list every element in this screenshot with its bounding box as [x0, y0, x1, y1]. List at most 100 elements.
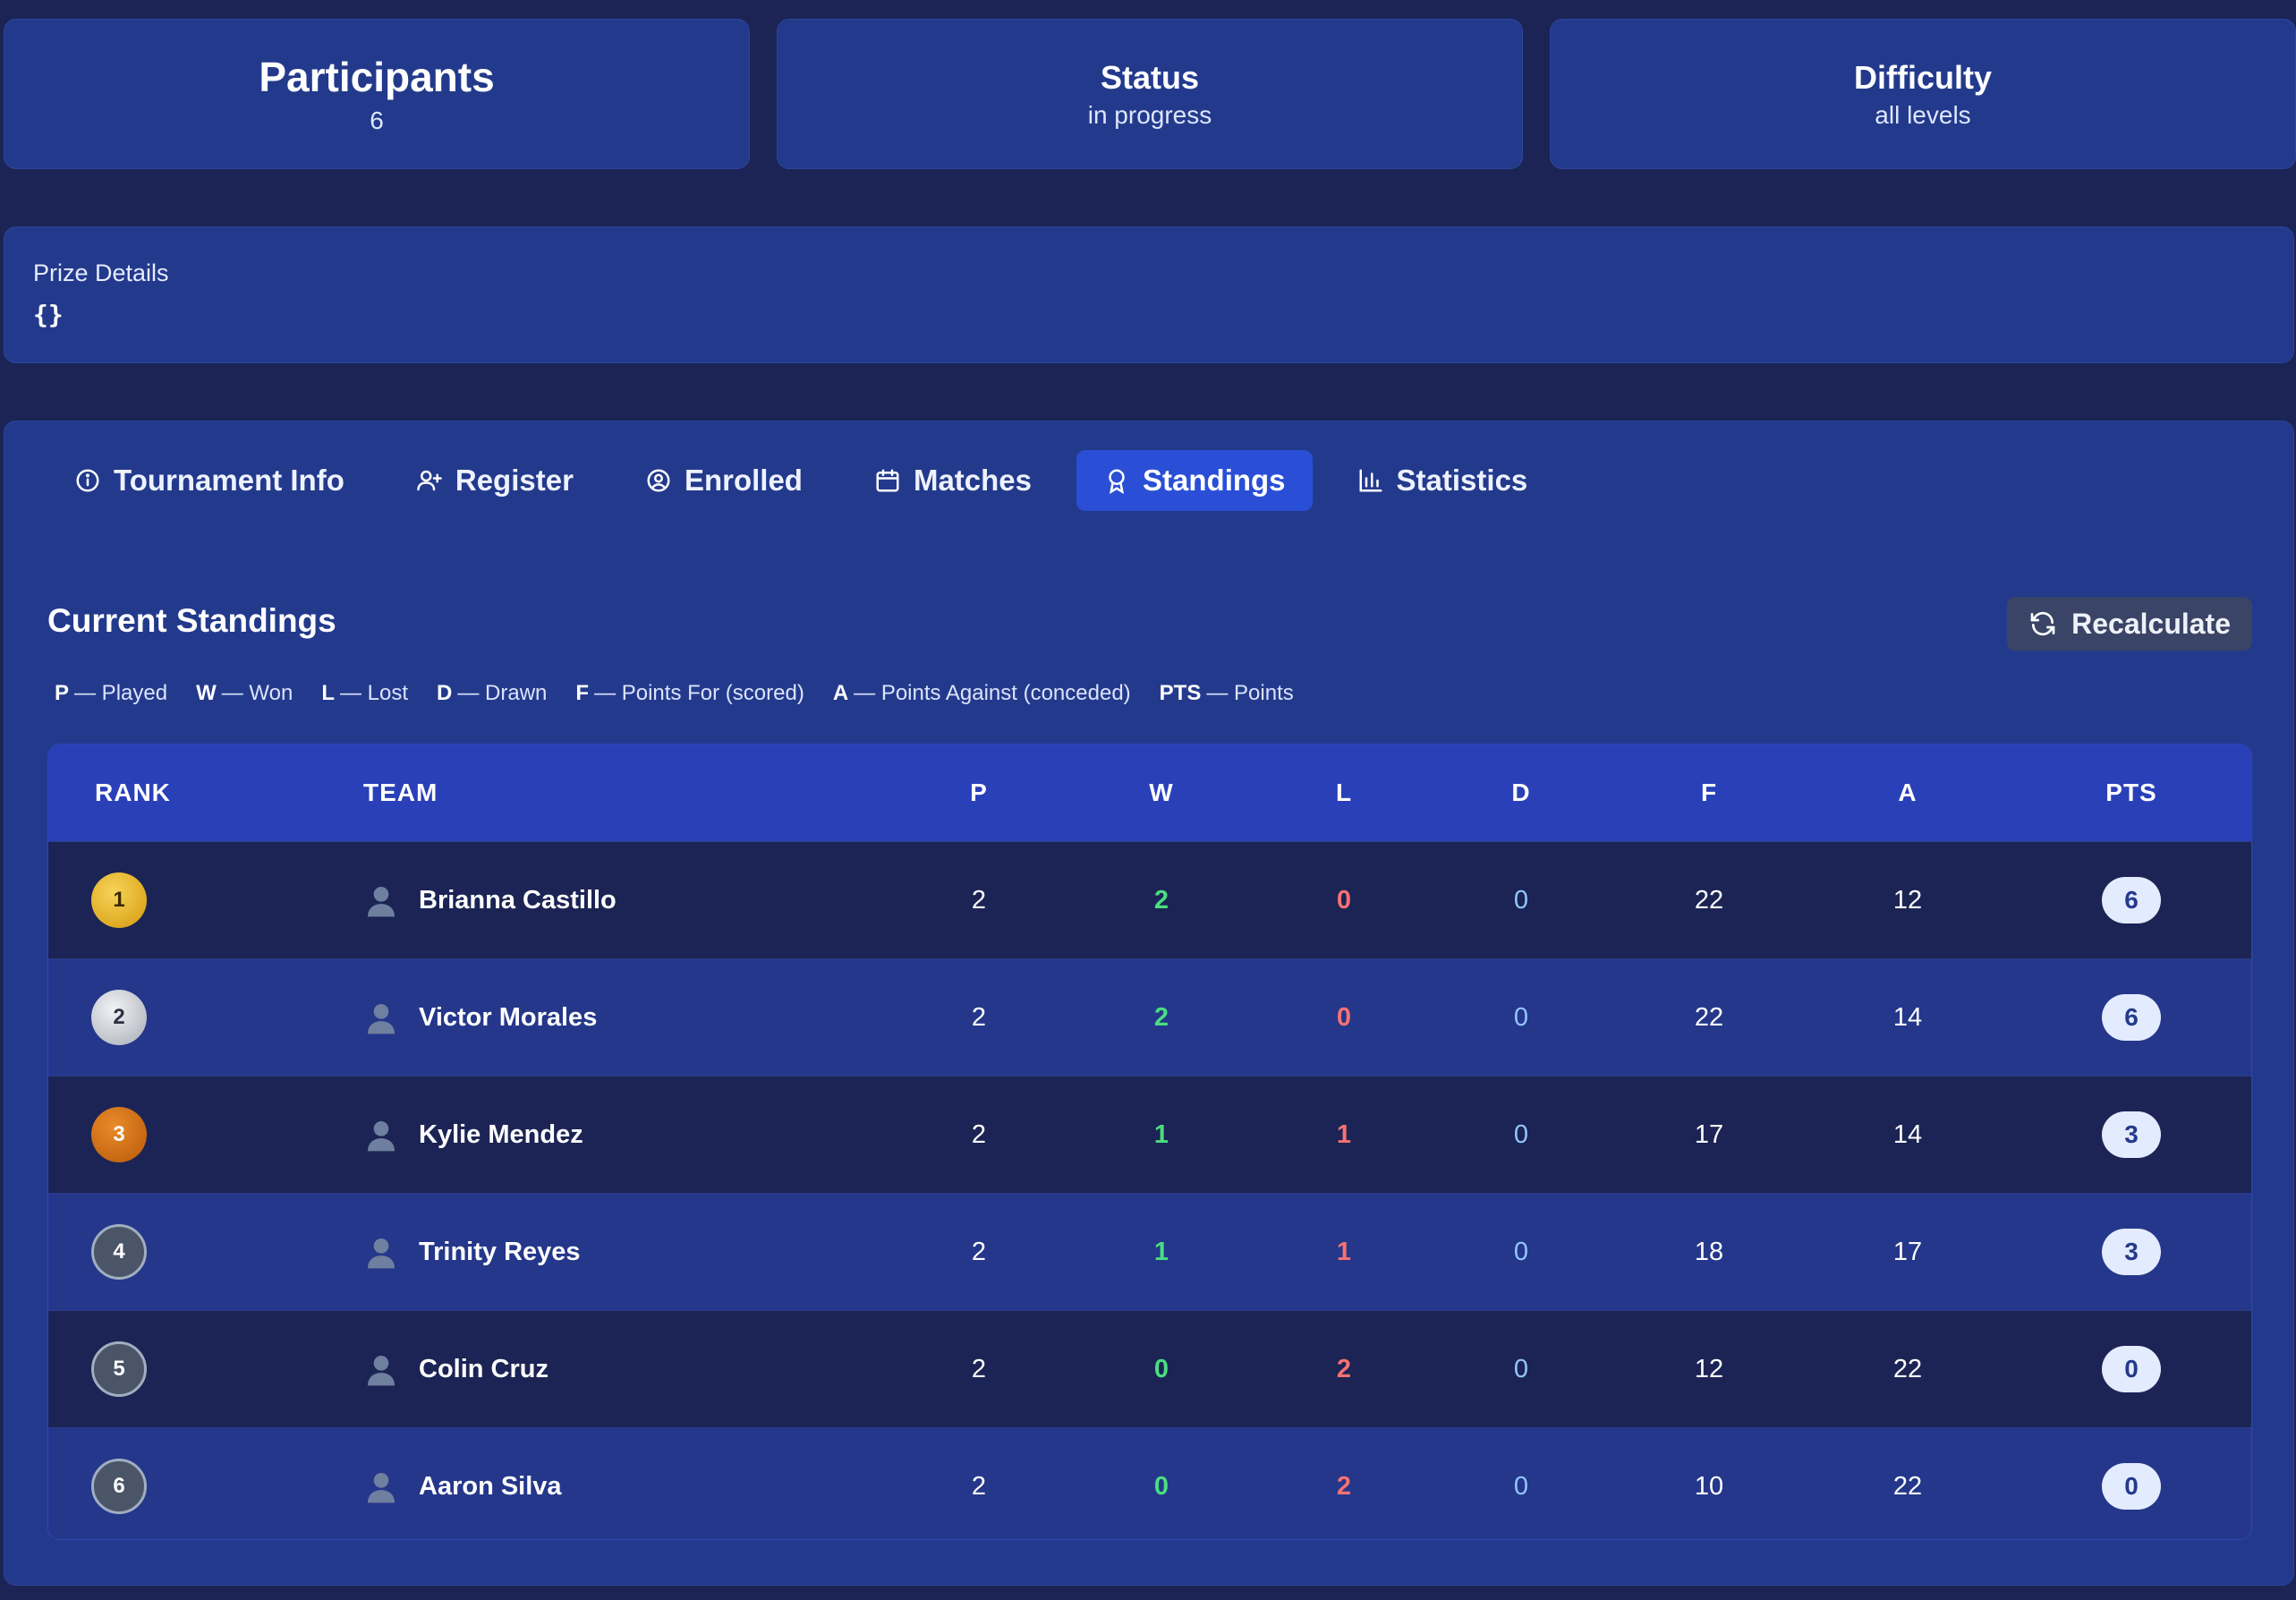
- person-icon: [363, 1000, 399, 1035]
- legend-item: W — Won: [196, 681, 293, 705]
- tab-tournament-info[interactable]: Tournament Info: [47, 450, 371, 511]
- points-against-cell: 14: [1892, 1002, 1923, 1032]
- legend-item: P — Played: [55, 681, 168, 705]
- rank-badge: 1: [91, 872, 147, 928]
- team-cell: Brianna Castillo: [363, 882, 617, 918]
- rank-badge: 3: [91, 1107, 147, 1162]
- header-f: F: [1700, 779, 1718, 806]
- points-against-cell: 14: [1892, 1119, 1923, 1149]
- tab-register[interactable]: Register: [389, 450, 600, 511]
- tab-label: Matches: [913, 464, 1033, 497]
- played-cell: 2: [971, 1119, 987, 1149]
- points-against-cell: 12: [1892, 885, 1923, 915]
- team-name: Victor Morales: [419, 1002, 598, 1032]
- participants-value: 6: [370, 106, 384, 134]
- prize-details-value: {}: [33, 300, 64, 329]
- header-l: L: [1335, 779, 1353, 806]
- legend-item: L — Lost: [321, 681, 409, 705]
- tab-label: Standings: [1143, 464, 1286, 497]
- won-cell: 2: [1153, 1002, 1169, 1032]
- lost-cell: 2: [1336, 1471, 1352, 1501]
- points-badge: 6: [2102, 994, 2161, 1041]
- person-icon: [363, 1468, 399, 1504]
- lost-cell: 0: [1336, 885, 1352, 915]
- standings-table: RANK TEAM P W L D F A PTS 1 Brianna Casti…: [47, 744, 2252, 1540]
- tab-bar: Tournament Info Register Enrolled Matche…: [47, 450, 1554, 511]
- table-row: 3 Kylie Mendez 2 1 1 0 17 14 3: [48, 1076, 2251, 1193]
- rank-badge: 4: [91, 1224, 147, 1280]
- team-name: Colin Cruz: [419, 1354, 548, 1383]
- calendar-icon: [876, 469, 899, 492]
- difficulty-label: Difficulty: [1853, 59, 1992, 97]
- won-cell: 1: [1153, 1237, 1169, 1266]
- points-for-cell: 18: [1694, 1237, 1724, 1266]
- legend-item: F — Points For (scored): [575, 681, 804, 705]
- team-cell: Trinity Reyes: [363, 1234, 581, 1270]
- rank-badge: 2: [91, 990, 147, 1045]
- table-row: 2 Victor Morales 2 2 0 0 22 14 6: [48, 958, 2251, 1076]
- team-cell: Aaron Silva: [363, 1468, 562, 1504]
- team-cell: Colin Cruz: [363, 1351, 548, 1387]
- table-row: 4 Trinity Reyes 2 1 1 0 18 17 3: [48, 1193, 2251, 1310]
- award-icon: [1109, 469, 1125, 494]
- status-value: in progress: [1087, 100, 1212, 129]
- points-against-cell: 22: [1892, 1354, 1923, 1383]
- tab-enrolled[interactable]: Enrolled: [618, 450, 829, 511]
- played-cell: 2: [971, 1354, 987, 1383]
- tab-label: Register: [455, 464, 574, 497]
- rank-badge: 6: [91, 1459, 147, 1514]
- team-name: Aaron Silva: [419, 1471, 562, 1501]
- table-body: 1 Brianna Castillo 2 2 0 0 22 12 6 2 Victor Morale…: [48, 841, 2251, 1539]
- points-for-cell: 22: [1694, 885, 1724, 915]
- points-badge: 0: [2102, 1463, 2161, 1510]
- tab-standings[interactable]: Standings: [1076, 450, 1313, 511]
- points-for-cell: 10: [1694, 1471, 1724, 1501]
- drawn-cell: 0: [1513, 1002, 1529, 1032]
- standings-title: Current Standings: [47, 602, 336, 639]
- lost-cell: 1: [1336, 1119, 1352, 1149]
- team-cell: Victor Morales: [363, 1000, 597, 1035]
- refresh-icon: [2030, 611, 2055, 636]
- status-card: Status in progress: [777, 19, 1523, 169]
- tab-matches[interactable]: Matches: [847, 450, 1059, 511]
- tab-label: Statistics: [1396, 464, 1528, 497]
- column-legend: P — Played W — Won L — Lost D — Drawn F — Poi…: [55, 681, 1294, 706]
- header-team: TEAM: [363, 779, 438, 806]
- person-icon: [363, 1351, 399, 1387]
- drawn-cell: 0: [1513, 1237, 1529, 1266]
- drawn-cell: 0: [1513, 1119, 1529, 1149]
- tab-label: Tournament Info: [114, 464, 344, 497]
- participants-label: Participants: [259, 54, 495, 101]
- won-cell: 2: [1153, 885, 1169, 915]
- tab-statistics[interactable]: Statistics: [1331, 450, 1555, 511]
- legend-item: PTS — Points: [1159, 681, 1294, 705]
- table-row: 5 Colin Cruz 2 0 2 0 12 22 0: [48, 1310, 2251, 1427]
- legend-item: A — Points Against (conceded): [832, 681, 1131, 705]
- points-badge: 0: [2102, 1346, 2161, 1392]
- person-icon: [363, 1117, 399, 1153]
- played-cell: 2: [971, 885, 987, 915]
- tab-label: Enrolled: [684, 464, 803, 497]
- played-cell: 2: [971, 1002, 987, 1032]
- points-against-cell: 22: [1892, 1471, 1923, 1501]
- info-icon: [76, 469, 99, 492]
- points-badge: 3: [2102, 1111, 2161, 1158]
- played-cell: 2: [971, 1237, 987, 1266]
- table-row: 1 Brianna Castillo 2 2 0 0 22 12 6: [48, 841, 2251, 958]
- team-name: Brianna Castillo: [419, 885, 617, 915]
- recalculate-label: Recalculate: [2071, 607, 2231, 640]
- points-for-cell: 12: [1694, 1354, 1724, 1383]
- legend-item: D — Drawn: [437, 681, 548, 705]
- points-badge: 6: [2102, 877, 2161, 923]
- team-name: Kylie Mendez: [419, 1119, 583, 1149]
- difficulty-value: all levels: [1875, 100, 1971, 129]
- drawn-cell: 0: [1513, 1354, 1529, 1383]
- header-a: A: [1898, 779, 1918, 806]
- table-row: 6 Aaron Silva 2 0 2 0 10 22 0: [48, 1427, 2251, 1539]
- recalculate-button[interactable]: Recalculate: [2007, 597, 2252, 651]
- header-w: W: [1149, 779, 1174, 806]
- prize-details-card: Prize Details {}: [4, 226, 2294, 363]
- points-for-cell: 17: [1694, 1119, 1724, 1149]
- bar-chart-icon: [1359, 469, 1382, 492]
- points-for-cell: 22: [1694, 1002, 1724, 1032]
